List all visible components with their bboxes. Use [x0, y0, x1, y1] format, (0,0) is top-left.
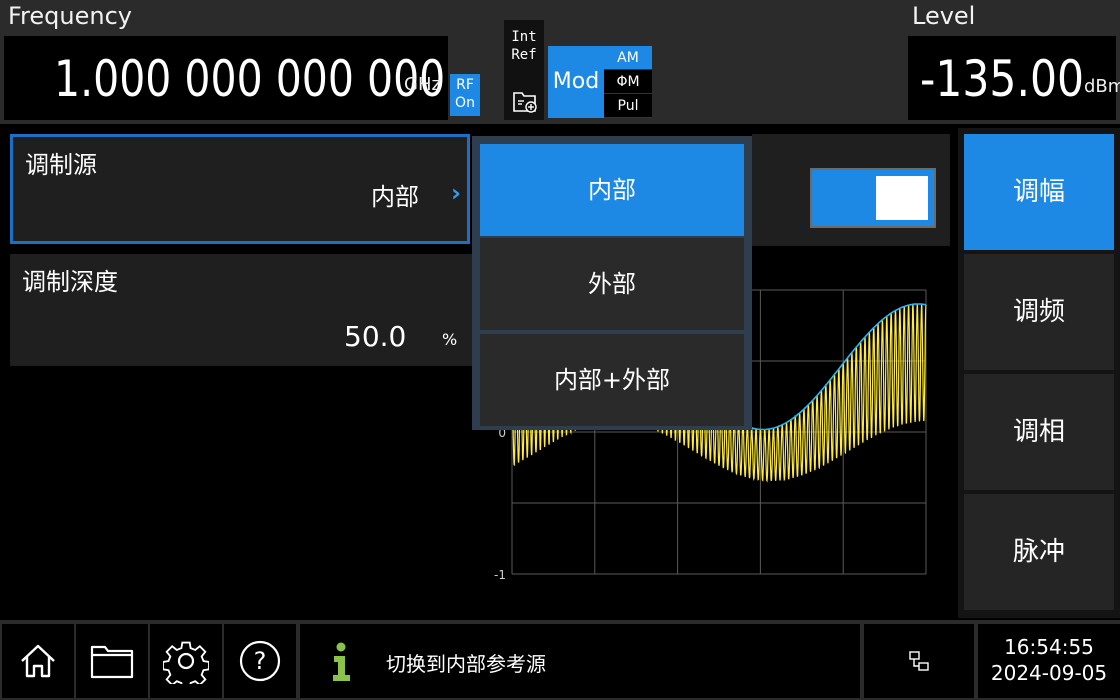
home-icon — [21, 644, 55, 678]
rf-state: On — [455, 95, 475, 111]
gear-icon — [163, 641, 209, 684]
softkey-fm[interactable]: 调频 — [964, 254, 1114, 370]
folder-icon — [90, 645, 134, 679]
mod-depth-value: 50.0 — [344, 320, 407, 353]
network-icon — [909, 651, 929, 671]
ref-source: Int — [511, 29, 537, 45]
frequency-value: 1.000 000 000 000 — [54, 50, 446, 108]
mod-depth-unit: % — [442, 330, 458, 349]
top-bar: Frequency 1.000 000 000 000 GHz RF On In… — [0, 0, 1120, 124]
dropdown-option-internal[interactable]: 内部 — [480, 144, 744, 236]
softkey-am[interactable]: 调幅 — [964, 134, 1114, 250]
dropdown-option-external[interactable]: 外部 — [480, 238, 744, 330]
clock-time: 16:54:55 — [1004, 635, 1094, 659]
frequency-unit: GHz — [404, 74, 441, 95]
clock: 16:54:55 2024-09-05 — [978, 624, 1120, 698]
mod-depth-title: 调制深度 — [22, 268, 118, 296]
y-tick-neg1: -1 — [494, 568, 506, 582]
level-label: Level — [912, 2, 976, 30]
softkey-pm[interactable]: 调相 — [964, 374, 1114, 490]
mod-am[interactable]: AM — [604, 46, 652, 70]
mod-pulse[interactable]: Pul — [604, 94, 652, 118]
mod-button[interactable]: Mod — [548, 46, 604, 118]
mod-phim[interactable]: ΦM — [604, 70, 652, 94]
file-add-icon — [513, 92, 537, 113]
mod-depth-param[interactable]: 调制深度 50.0 % — [10, 254, 472, 366]
dropdown-option-internal-external[interactable]: 内部+外部 — [480, 334, 744, 426]
ref-label: Ref — [511, 47, 537, 63]
source-dropdown: 内部 外部 内部+外部 — [472, 136, 752, 430]
reference-indicator[interactable]: Int Ref — [504, 20, 544, 120]
status-area: 切换到内部参考源 — [300, 624, 860, 698]
mod-source-param[interactable]: 调制源 内部 › — [10, 134, 470, 244]
level-unit: dBm — [1084, 76, 1120, 97]
network-status[interactable] — [864, 624, 974, 698]
mod-type-list: AM ΦM Pul — [604, 46, 652, 118]
softkey-pulse[interactable]: 脉冲 — [964, 494, 1114, 610]
level-readout[interactable]: -135.00 dBm — [908, 36, 1120, 120]
bottom-bar: ? 切换到内部参考源 16:54:55 2024-09-05 — [0, 620, 1120, 700]
home-button[interactable] — [2, 624, 74, 698]
files-button[interactable] — [76, 624, 148, 698]
rf-on-badge[interactable]: RF On — [450, 74, 480, 116]
mod-source-title: 调制源 — [25, 151, 97, 179]
toggle-knob — [876, 176, 928, 220]
chevron-right-icon: › — [451, 179, 461, 207]
rf-label: RF — [456, 77, 474, 93]
help-button[interactable]: ? — [224, 624, 296, 698]
svg-text:?: ? — [254, 647, 267, 675]
info-icon — [333, 642, 350, 681]
frequency-readout[interactable]: 1.000 000 000 000 GHz — [4, 36, 448, 120]
clock-date: 2024-09-05 — [990, 661, 1108, 685]
level-value: -135.00 — [920, 50, 1085, 108]
settings-button[interactable] — [150, 624, 222, 698]
state-toggle[interactable] — [810, 168, 936, 228]
toggle-panel — [752, 134, 950, 246]
status-message: 切换到内部参考源 — [386, 652, 546, 676]
mod-source-value: 内部 — [371, 183, 419, 211]
softkey-panel: 调幅 调频 调相 脉冲 — [958, 128, 1120, 618]
help-icon: ? — [239, 640, 281, 682]
frequency-label: Frequency — [8, 2, 132, 30]
